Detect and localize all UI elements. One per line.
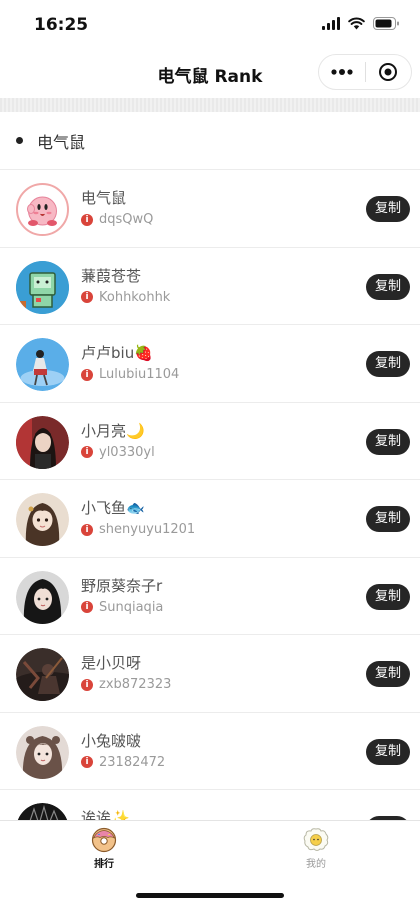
battery-icon	[373, 17, 399, 30]
signal-icon	[322, 17, 340, 30]
user-id-line: i Sunqiaqia	[81, 600, 163, 615]
copy-button[interactable]: 复制	[366, 738, 410, 765]
list-item[interactable]: 小飞鱼🐟 i shenyuyu1201 复制	[0, 480, 420, 558]
user-id: zxb872323	[99, 677, 172, 692]
bullet-icon	[16, 137, 23, 144]
info-icon: i	[81, 446, 93, 458]
status-time: 16:25	[34, 15, 89, 35]
list-item[interactable]: 是小贝呀 i zxb872323 复制	[0, 635, 420, 713]
list-item[interactable]: 蒹葭苍苍 i Kohhkohhk 复制	[0, 248, 420, 325]
mini-program-capsule	[318, 54, 412, 90]
list-item[interactable]: 诶诶✨ 复制	[0, 790, 420, 820]
user-id-line: i dqsQwQ	[81, 212, 153, 227]
kirby-avatar	[16, 183, 69, 236]
copy-button[interactable]: 复制	[366, 583, 410, 610]
user-name: 小兔啵啵	[81, 731, 142, 750]
copy-button[interactable]: 复制	[366, 273, 410, 300]
user-id-line: i 23182472	[81, 755, 165, 770]
info-icon: i	[81, 756, 93, 768]
info-icon: i	[81, 291, 93, 303]
donut-icon	[91, 827, 117, 853]
list-item[interactable]: 小兔啵啵 i 23182472 复制	[0, 713, 420, 790]
more-button[interactable]	[319, 55, 365, 89]
user-id: Sunqiaqia	[99, 599, 164, 615]
copy-button[interactable]: 复制	[366, 196, 410, 222]
user-id: Lulubiu1104	[99, 367, 180, 382]
info-icon: i	[81, 368, 93, 381]
info-icon: i	[81, 213, 93, 226]
target-circle-icon	[379, 63, 398, 81]
user-name: 蒹葭苍苍	[81, 266, 142, 285]
user-id: yl0330yl	[99, 444, 155, 460]
tab-label: 排行	[94, 859, 114, 870]
more-dots-icon	[331, 69, 353, 75]
user-id-line: i shenyuyu1201	[81, 522, 195, 537]
portrait-avatar	[16, 570, 69, 624]
rank-list[interactable]: 电气鼠 i dqsQwQ 复制 蒹葭苍苍 i Kohhkohhk 复制 卢卢bi…	[0, 170, 420, 820]
section-title: 电气鼠	[37, 132, 86, 152]
list-item[interactable]: 卢卢biu🍓 i Lulubiu1104 复制	[0, 325, 420, 403]
copy-button[interactable]: 复制	[366, 351, 410, 377]
info-icon: i	[81, 523, 93, 536]
wifi-icon	[348, 17, 365, 30]
nav-bar: 电气鼠 Rank	[0, 50, 420, 98]
dark-art-avatar	[16, 648, 69, 701]
user-id: dqsQwQ	[99, 212, 154, 227]
tab-mine[interactable]: 我的	[286, 827, 346, 870]
status-bar: 16:25	[0, 0, 420, 50]
list-item[interactable]: 电气鼠 i dqsQwQ 复制	[0, 170, 420, 248]
list-item[interactable]: 小月亮🌙 i yl0330yl 复制	[0, 403, 420, 480]
copy-button[interactable]: 复制	[366, 661, 410, 687]
user-name: 小月亮🌙	[81, 421, 145, 440]
header-divider	[0, 98, 420, 112]
user-name: 电气鼠	[81, 189, 127, 207]
portrait-avatar	[16, 415, 69, 469]
info-icon: i	[81, 678, 93, 691]
info-icon: i	[81, 601, 93, 613]
user-id: shenyuyu1201	[99, 522, 196, 537]
user-name: 小飞鱼🐟	[81, 499, 145, 517]
close-program-button[interactable]	[366, 55, 412, 89]
egg-icon	[303, 828, 329, 851]
tab-rank[interactable]: 排行	[74, 827, 134, 870]
user-name: 诶诶✨	[81, 809, 130, 820]
user-id: Kohhkohhk	[99, 289, 171, 305]
list-item[interactable]: 野原葵奈子r i Sunqiaqia 复制	[0, 558, 420, 635]
copy-button[interactable]: 复制	[366, 428, 410, 455]
user-name: 卢卢biu🍓	[81, 344, 153, 362]
girl-sky-avatar	[16, 338, 69, 391]
user-name: 是小贝呀	[81, 654, 142, 672]
user-id-line: i yl0330yl	[81, 445, 155, 460]
home-indicator	[136, 893, 284, 898]
anime-girl-avatar	[16, 493, 69, 546]
tab-label: 我的	[306, 859, 326, 870]
user-id-line: i Lulubiu1104	[81, 367, 179, 382]
status-icons	[322, 17, 400, 30]
copy-button[interactable]: 复制	[366, 506, 410, 532]
dark-avatar	[16, 803, 69, 820]
user-id-line: i zxb872323	[81, 677, 171, 692]
section-header: 电气鼠	[0, 112, 420, 170]
user-id: 23182472	[99, 754, 166, 770]
robot-avatar	[16, 260, 69, 314]
portrait-avatar	[16, 725, 69, 779]
user-id-line: i Kohhkohhk	[81, 290, 170, 305]
user-name: 野原葵奈子r	[81, 576, 163, 595]
